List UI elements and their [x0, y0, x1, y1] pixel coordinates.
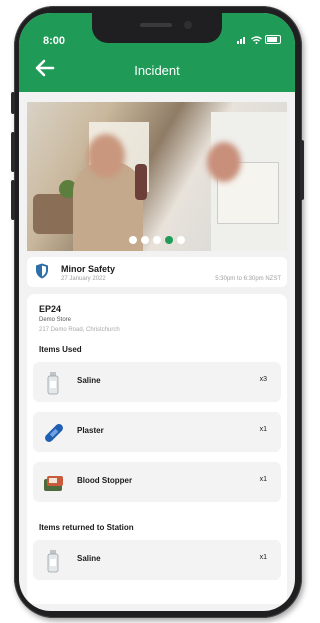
status-icons [237, 35, 281, 44]
carousel-dot-active[interactable] [165, 236, 173, 244]
incident-summary: Minor Safety 27 January 2022 5:30pm to 6… [27, 257, 287, 287]
carousel-dot[interactable] [141, 236, 149, 244]
notch [92, 13, 222, 43]
list-item[interactable]: Saline x3 [33, 362, 281, 402]
carousel-dot[interactable] [129, 236, 137, 244]
app-header: 8:00 Incident [19, 13, 295, 92]
item-quantity: x1 [259, 426, 267, 433]
volume-down-button [11, 180, 15, 220]
shield-icon [36, 263, 48, 279]
carousel-dot[interactable] [177, 236, 185, 244]
store-address: 217 Demo Road, Christchurch [39, 327, 120, 333]
saline-bottle-icon [47, 550, 59, 573]
item-name: Saline [77, 554, 101, 563]
plaster-icon [45, 424, 63, 442]
item-quantity: x3 [259, 376, 267, 383]
status-time: 8:00 [43, 35, 66, 47]
app-screen: 8:00 Incident Minor Safety 27 January 20… [19, 13, 295, 611]
item-quantity: x1 [259, 476, 267, 483]
station-code: EP24 [39, 304, 62, 314]
list-item[interactable]: Blood Stopper x1 [33, 462, 281, 502]
items-returned-heading: Items returned to Station [39, 523, 134, 532]
volume-up-button [11, 132, 15, 172]
saline-bottle-icon [47, 372, 59, 395]
incident-date: 27 January 2022 [61, 276, 106, 282]
speaker [140, 23, 172, 27]
wifi-icon [251, 35, 262, 44]
incident-photo[interactable] [27, 102, 287, 251]
list-item[interactable]: Saline x1 [33, 540, 281, 580]
item-quantity: x1 [259, 554, 267, 561]
power-button [300, 140, 304, 200]
severity-label: Minor Safety [61, 264, 116, 274]
blurred-face [207, 142, 241, 182]
photo-person-background [135, 164, 147, 200]
blurred-face [87, 134, 125, 178]
items-used-heading: Items Used [39, 345, 82, 354]
store-name: Demo Store [39, 317, 72, 323]
page-title: Incident [134, 63, 180, 78]
incident-time-range: 5:30pm to 6:30pm NZST [215, 276, 281, 282]
battery-icon [265, 35, 281, 44]
item-name: Blood Stopper [77, 476, 133, 485]
mute-switch [11, 92, 15, 114]
signal-icon [237, 36, 245, 44]
front-camera [184, 21, 192, 29]
carousel-indicator [27, 236, 287, 244]
item-name: Plaster [77, 426, 104, 435]
incident-details-card: EP24 Demo Store 217 Demo Road, Christchu… [27, 294, 287, 604]
blood-stopper-icon [44, 476, 63, 491]
item-name: Saline [77, 376, 101, 385]
carousel-dot[interactable] [153, 236, 161, 244]
list-item[interactable]: Plaster x1 [33, 412, 281, 452]
